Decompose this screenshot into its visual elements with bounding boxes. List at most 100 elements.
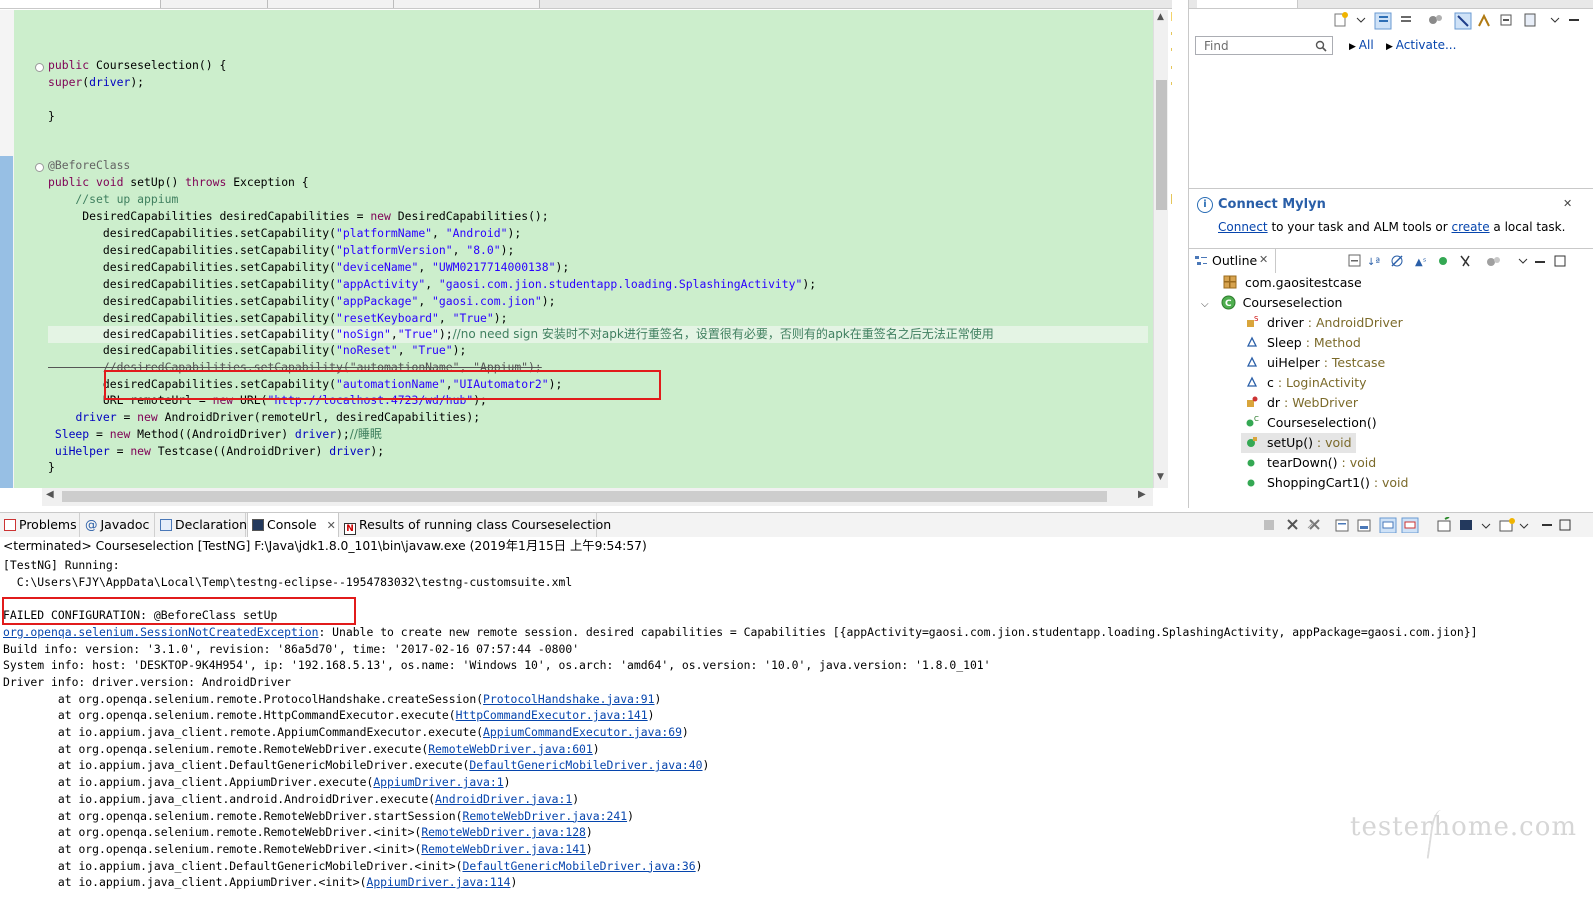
code-editor[interactable]: public Courseselection() {super(driver);…: [0, 0, 1172, 508]
code-line[interactable]: desiredCapabilities.setCapability("devic…: [48, 259, 1148, 276]
svg-text:↓ª: ↓ª: [1367, 257, 1380, 268]
outline-item-method-selected[interactable]: setUp() : void: [1241, 433, 1356, 453]
editor-vertical-scrollbar[interactable]: ▲ ▼: [1153, 10, 1169, 488]
code-line[interactable]: DesiredCapabilities desiredCapabilities …: [48, 208, 1148, 225]
code-line[interactable]: public void setUp() throws Exception {: [48, 174, 1148, 191]
code-line[interactable]: @BeforeClass: [48, 157, 1148, 174]
scroll-right-icon[interactable]: ▶: [1138, 489, 1146, 500]
editor-tab[interactable]: [161, 0, 268, 8]
chevron-down-icon[interactable]: ⌵: [1201, 299, 1209, 310]
outline-item-class[interactable]: ⌵ C Courseselection: [1201, 293, 1342, 313]
outline-item-field[interactable]: c : LoginActivity: [1245, 373, 1367, 393]
overview-ruler[interactable]: [1168, 10, 1172, 488]
fold-toggle-icon[interactable]: [35, 163, 44, 172]
code-line[interactable]: Sleep = new Method((AndroidDriver) drive…: [48, 426, 1148, 443]
code-token: ,: [452, 243, 467, 257]
tab-javadoc[interactable]: @ Javadoc: [81, 513, 155, 537]
source-link[interactable]: RemoteWebDriver.java:128: [421, 825, 586, 839]
task-find-input[interactable]: Find: [1195, 36, 1333, 55]
source-link[interactable]: DefaultGenericMobileDriver.java:40: [469, 758, 702, 772]
connect-link[interactable]: Connect: [1218, 220, 1268, 234]
code-token: Testcase((: [157, 444, 227, 458]
code-line[interactable]: desiredCapabilities.setCapability("platf…: [48, 242, 1148, 259]
editor-horizontal-scrollbar[interactable]: ◀ ▶: [42, 488, 1153, 506]
code-line[interactable]: driver = new AndroidDriver(remoteUrl, de…: [48, 409, 1148, 426]
scrollbar-thumb[interactable]: [1156, 80, 1167, 210]
editor-tab-active[interactable]: [0, 0, 161, 8]
code-token: desiredCapabilities.setCapability(: [48, 260, 337, 274]
task-activate[interactable]: ▶ Activate...: [1386, 38, 1456, 52]
close-icon[interactable]: ✕: [1259, 253, 1268, 266]
outline-icon: [1195, 256, 1207, 265]
warning-icon[interactable]: [1171, 12, 1172, 21]
create-link[interactable]: create: [1452, 220, 1490, 234]
stack-trace-line: at org.openqa.selenium.remote.HttpComman…: [3, 708, 655, 723]
code-line[interactable]: public Courseselection() {: [48, 57, 1148, 74]
code-line[interactable]: desiredCapabilities.setCapability("platf…: [48, 225, 1148, 242]
fold-toggle-icon[interactable]: [35, 63, 44, 72]
code-token: desiredCapabilities.setCapability(: [48, 343, 337, 357]
code-token: );: [802, 277, 817, 291]
tab-outline[interactable]: Outline ✕: [1189, 249, 1276, 273]
scrollbar-thumb[interactable]: [62, 491, 1107, 502]
scroll-up-icon[interactable]: ▲: [1157, 12, 1164, 22]
code-line[interactable]: desiredCapabilities.setCapability("reset…: [48, 310, 1148, 327]
source-link[interactable]: RemoteWebDriver.java:241: [462, 809, 627, 823]
code-token: "gaosi.com.jion.studentapp.loading.Splas…: [438, 277, 803, 291]
field-default-icon: [1246, 376, 1258, 387]
code-line[interactable]: }: [48, 108, 1148, 125]
tab-problems[interactable]: Problems: [0, 513, 80, 537]
source-link[interactable]: HttpCommandExecutor.java:141: [456, 708, 648, 722]
code-line[interactable]: desiredCapabilities.setCapability("noRes…: [48, 342, 1148, 359]
code-line[interactable]: desiredCapabilities.setCapability("appPa…: [48, 293, 1148, 310]
tab-console[interactable]: Console ✕: [247, 513, 339, 537]
editor-tab[interactable]: [394, 0, 540, 8]
stack-trace-line: at org.openqa.selenium.remote.RemoteWebD…: [3, 825, 593, 840]
exception-link[interactable]: org.openqa.selenium.SessionNotCreatedExc…: [3, 625, 318, 639]
highlight-box-failed-configuration: [2, 597, 356, 625]
code-line[interactable]: //set up appium: [48, 191, 1148, 208]
mylyn-text: Connect to your task and ALM tools or cr…: [1218, 220, 1566, 234]
stack-trace-line: at io.appium.java_client.remote.AppiumCo…: [3, 725, 689, 739]
editor-gutter: [0, 10, 14, 488]
outline-item-field[interactable]: uiHelper : Testcase: [1245, 353, 1385, 373]
tab-declaration[interactable]: Declaration: [156, 513, 247, 537]
source-link[interactable]: AppiumDriver.java:114: [366, 875, 510, 889]
svg-text:▲ˢ: ▲ˢ: [1415, 257, 1427, 268]
editor-tab[interactable]: [268, 0, 394, 8]
outline-item-package[interactable]: com.gaositestcase: [1223, 273, 1362, 293]
code-line[interactable]: uiHelper = new Testcase((AndroidDriver) …: [48, 443, 1148, 460]
code-line[interactable]: desiredCapabilities.setCapability("noSig…: [48, 326, 1148, 343]
code-line[interactable]: super(driver);: [48, 74, 1148, 91]
close-icon[interactable]: ✕: [327, 519, 336, 532]
outline-item-field[interactable]: dr : WebDriver: [1245, 393, 1358, 413]
source-link[interactable]: DefaultGenericMobileDriver.java:36: [462, 859, 695, 873]
source-link[interactable]: RemoteWebDriver.java:141: [421, 842, 586, 856]
code-line[interactable]: desiredCapabilities.setCapability("appAc…: [48, 276, 1148, 293]
task-filter-all[interactable]: ▶ All: [1349, 38, 1374, 52]
code-token: //no need sign 安装时不对apk进行重签名，设置很有必要，否则有的…: [452, 327, 994, 341]
code-token: "8.0": [466, 243, 501, 257]
close-icon[interactable]: ✕: [1563, 197, 1572, 210]
tab-testng-results[interactable]: N Results of running class Courseselectio…: [340, 513, 611, 537]
source-link[interactable]: AndroidDriver.java:1: [435, 792, 572, 806]
outline-item-method[interactable]: tearDown() : void: [1245, 453, 1376, 473]
console-toolbar: [1264, 517, 1571, 533]
code-token: AndroidDriver: [192, 427, 282, 441]
console-line: C:\Users\FJY\AppData\Local\Temp\testng-e…: [3, 574, 573, 589]
scroll-down-icon[interactable]: ▼: [1157, 472, 1164, 482]
source-link[interactable]: RemoteWebDriver.java:601: [428, 742, 593, 756]
editor-tab-bar: [0, 0, 1172, 9]
code-token: throws: [185, 175, 234, 189]
source-link[interactable]: AppiumDriver.java:1: [373, 775, 503, 789]
outline-item-field[interactable]: Sdriver : AndroidDriver: [1245, 313, 1403, 333]
source-link[interactable]: ProtocolHandshake.java:91: [483, 692, 654, 706]
outline-item-field[interactable]: Sleep : Method: [1245, 333, 1361, 353]
code-token: );: [370, 444, 385, 458]
scroll-left-icon[interactable]: ◀: [46, 489, 54, 500]
code-line[interactable]: }: [48, 459, 1148, 476]
outline-item-method[interactable]: C Courseselection(): [1245, 413, 1377, 433]
outline-item-method[interactable]: ShoppingCart1() : void: [1245, 473, 1408, 493]
source-link[interactable]: AppiumCommandExecutor.java:69: [483, 725, 682, 739]
